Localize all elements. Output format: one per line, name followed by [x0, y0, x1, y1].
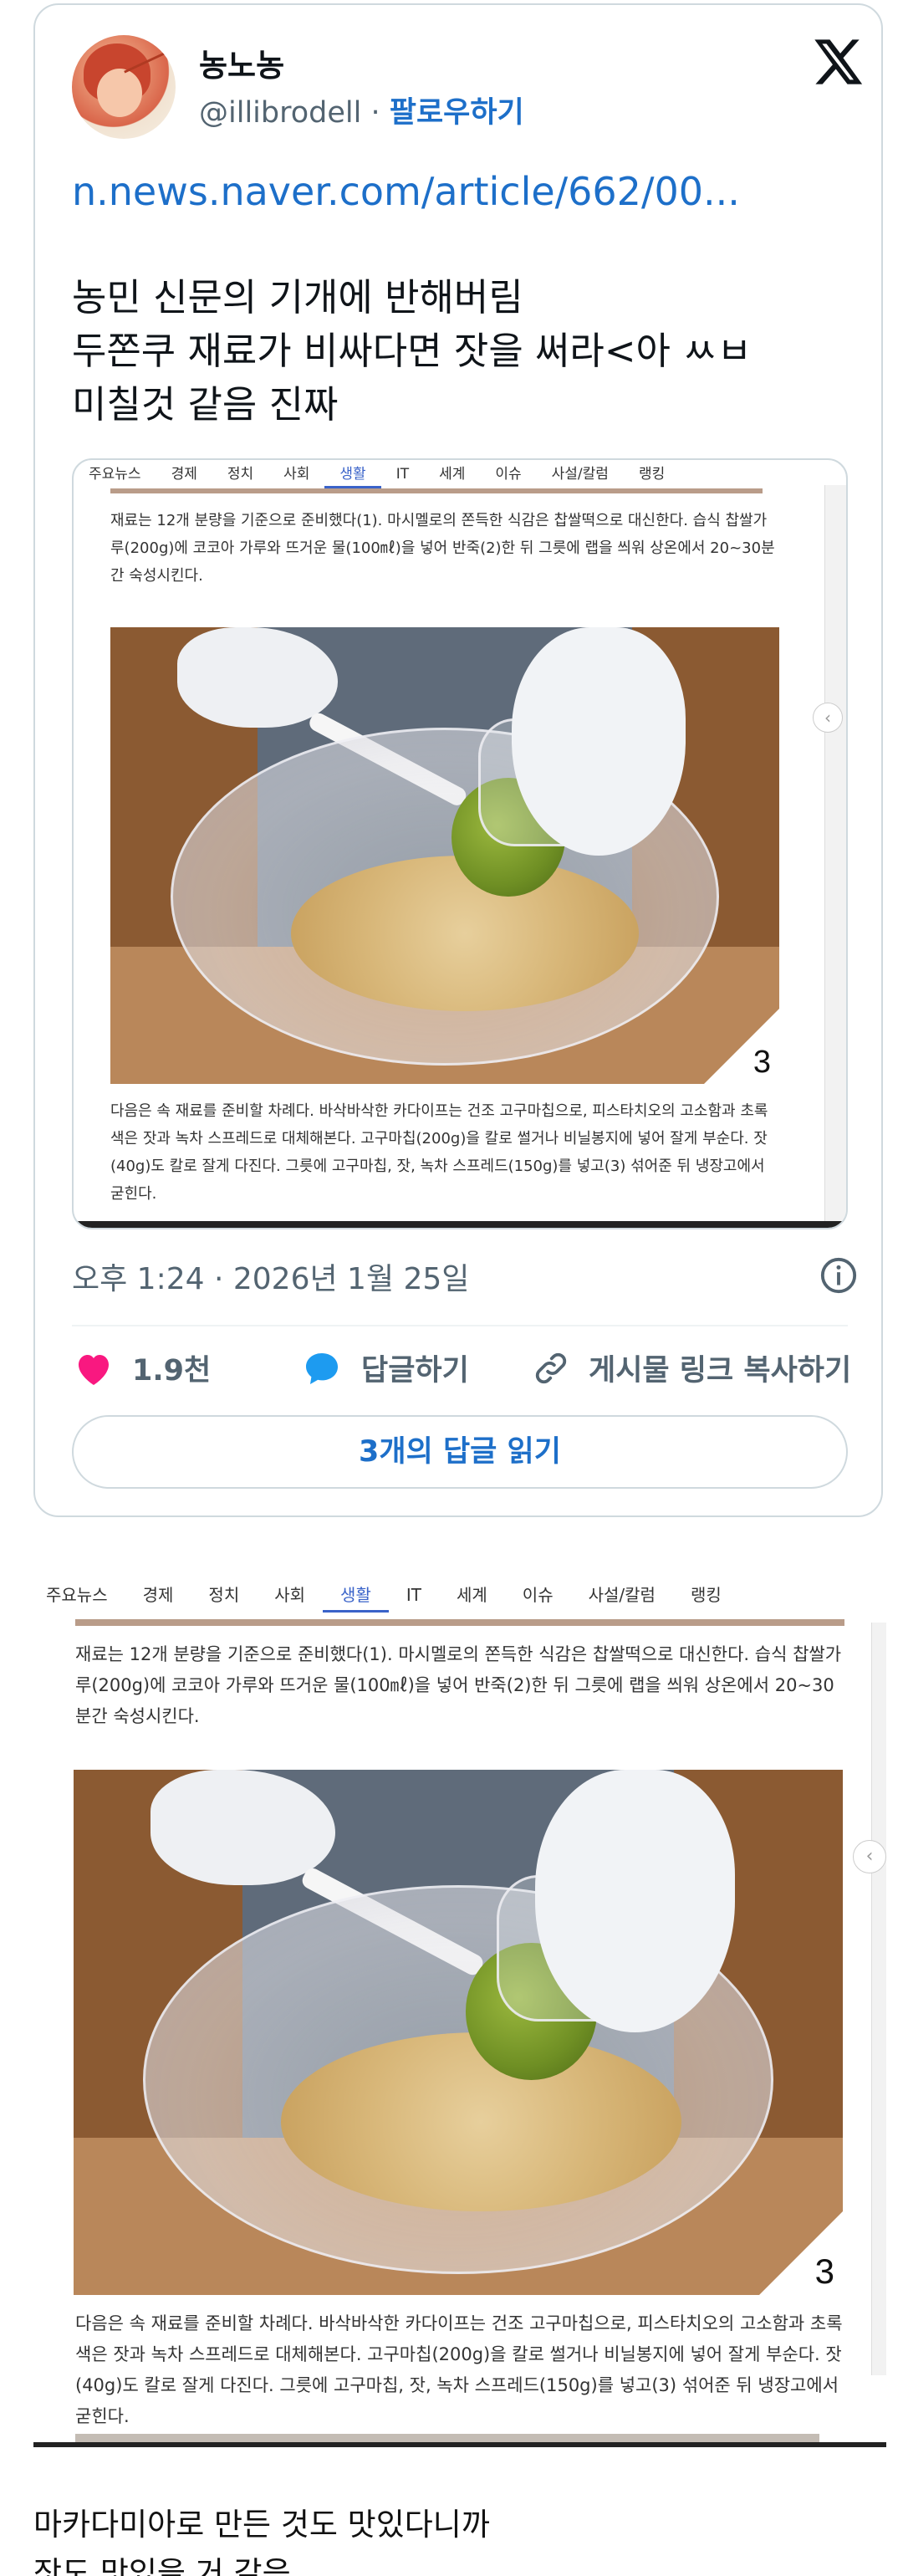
- news-nav-tabs: 주요뉴스 경제 정치 사회 생활 IT 세계 이슈 사설/칼럼 랭킹: [33, 1582, 739, 1613]
- follow-button[interactable]: 팔로우하기: [390, 96, 524, 130]
- separator: ·: [361, 96, 390, 130]
- chevron-left-icon: ‹: [853, 1840, 886, 1873]
- like-button[interactable]: 1.9천: [74, 1347, 211, 1389]
- news-tab-active: 생활: [323, 1582, 389, 1613]
- copy-link-label: 게시물 링크 복사하기: [589, 1354, 852, 1388]
- tweet-text-line: 두쫀쿠 재료가 비싸다면 잣을 써라<아 ㅆㅂ: [72, 329, 752, 373]
- caption-line: 잣도 맛있을 거 같음: [33, 2555, 291, 2576]
- tweet-actions: 1.9천 답글하기 게시물 링크 복사하기: [72, 1347, 858, 1397]
- handle-row: @illibrodell · 팔로우하기: [199, 89, 524, 131]
- reply-button[interactable]: 답글하기: [301, 1347, 469, 1389]
- tweet-text-line: 미칠것 같음 진짜: [72, 382, 339, 427]
- tweet-card: 농노농 @illibrodell · 팔로우하기 n.news.naver.co…: [33, 3, 883, 1517]
- news-nav-tabs: 주요뉴스 경제 정치 사회 생활 IT 세계 이슈 사설/칼럼 랭킹: [74, 463, 680, 488]
- news-tab: 이슈: [495, 466, 522, 483]
- photo-number: 3: [752, 1045, 771, 1080]
- news-tab: 주요뉴스: [46, 1585, 108, 1605]
- news-paragraph: 다음은 속 재료를 준비할 차례다. 바삭바삭한 카다이프는 건조 고구마칩으로…: [110, 1102, 768, 1203]
- news-tab: 사회: [274, 1585, 306, 1605]
- handle[interactable]: @illibrodell: [199, 96, 361, 130]
- news-tab: 랭킹: [690, 1585, 722, 1605]
- photo-number: 3: [814, 2251, 834, 2291]
- avatar[interactable]: [72, 35, 176, 139]
- previous-photo-edge: [110, 488, 763, 493]
- tweet-text: 농민 신문의 기개에 반해버림 두쫀쿠 재료가 비싸다면 잣을 써라<아 ㅆㅂ …: [72, 271, 752, 432]
- heart-icon: [79, 1354, 109, 1385]
- recipe-photo: 3: [110, 627, 779, 1084]
- copy-link-button[interactable]: 게시물 링크 복사하기: [532, 1347, 851, 1389]
- read-replies-button[interactable]: 3개의 답글 읽기: [72, 1415, 848, 1489]
- news-tab: 세계: [439, 466, 466, 483]
- news-paragraph: 재료는 12개 분량을 기준으로 준비했다(1). 마시멜로의 쫀득한 식감은 …: [110, 512, 775, 585]
- tweet-text-line: 농민 신문의 기개에 반해버림: [72, 275, 523, 319]
- x-logo-icon[interactable]: [808, 35, 866, 89]
- side-rail: [824, 485, 846, 1228]
- previous-photo-edge: [75, 1619, 844, 1626]
- news-tab: 정치: [227, 466, 254, 483]
- article-link[interactable]: n.news.naver.com/article/662/00...: [72, 169, 740, 214]
- news-tab-active: 생활: [324, 463, 381, 488]
- news-tab: 이슈: [522, 1585, 554, 1605]
- news-tab: 랭킹: [638, 466, 666, 483]
- like-count: 1.9천: [132, 1354, 212, 1388]
- news-paragraph: 다음은 속 재료를 준비할 차례다. 바삭바삭한 카다이프는 건조 고구마칩으로…: [75, 2313, 843, 2426]
- news-tab: 경제: [142, 1585, 174, 1605]
- news-tab: 주요뉴스: [89, 466, 141, 483]
- embedded-news-image[interactable]: 주요뉴스 경제 정치 사회 생활 IT 세계 이슈 사설/칼럼 랭킹 재료는 1…: [72, 458, 848, 1229]
- recipe-photo: 3: [74, 1770, 843, 2295]
- news-tab: 정치: [208, 1585, 240, 1605]
- reply-label: 답글하기: [361, 1354, 469, 1388]
- side-rail: [871, 1623, 886, 2375]
- news-tab: IT: [395, 466, 410, 483]
- chevron-left-icon: ‹: [813, 703, 843, 733]
- news-screenshot-large: 주요뉴스 경제 정치 사회 생활 IT 세계 이슈 사설/칼럼 랭킹 재료는 1…: [33, 1572, 886, 2447]
- caption-line: 마카다미아로 만든 것도 맛있다니까: [33, 2507, 490, 2543]
- post-caption: 마카다미아로 만든 것도 맛있다니까 잣도 맛있을 거 같음: [33, 2501, 490, 2576]
- news-tab: IT: [406, 1585, 421, 1605]
- tweet-timestamp[interactable]: 오후 1:24 · 2026년 1월 25일: [72, 1255, 469, 1298]
- news-tab: 사설/칼럼: [551, 466, 609, 483]
- news-tab: 사회: [283, 466, 310, 483]
- info-icon[interactable]: [819, 1256, 858, 1295]
- link-icon: [535, 1352, 567, 1383]
- news-tab: 세계: [456, 1585, 487, 1605]
- news-tab: 사설/칼럼: [588, 1585, 656, 1605]
- display-name[interactable]: 농노농: [199, 40, 284, 85]
- news-paragraph: 재료는 12개 분량을 기준으로 준비했다(1). 마시멜로의 쫀득한 식감은 …: [75, 1644, 842, 1726]
- speech-bubble-icon: [306, 1352, 338, 1384]
- news-tab: 경제: [171, 466, 197, 483]
